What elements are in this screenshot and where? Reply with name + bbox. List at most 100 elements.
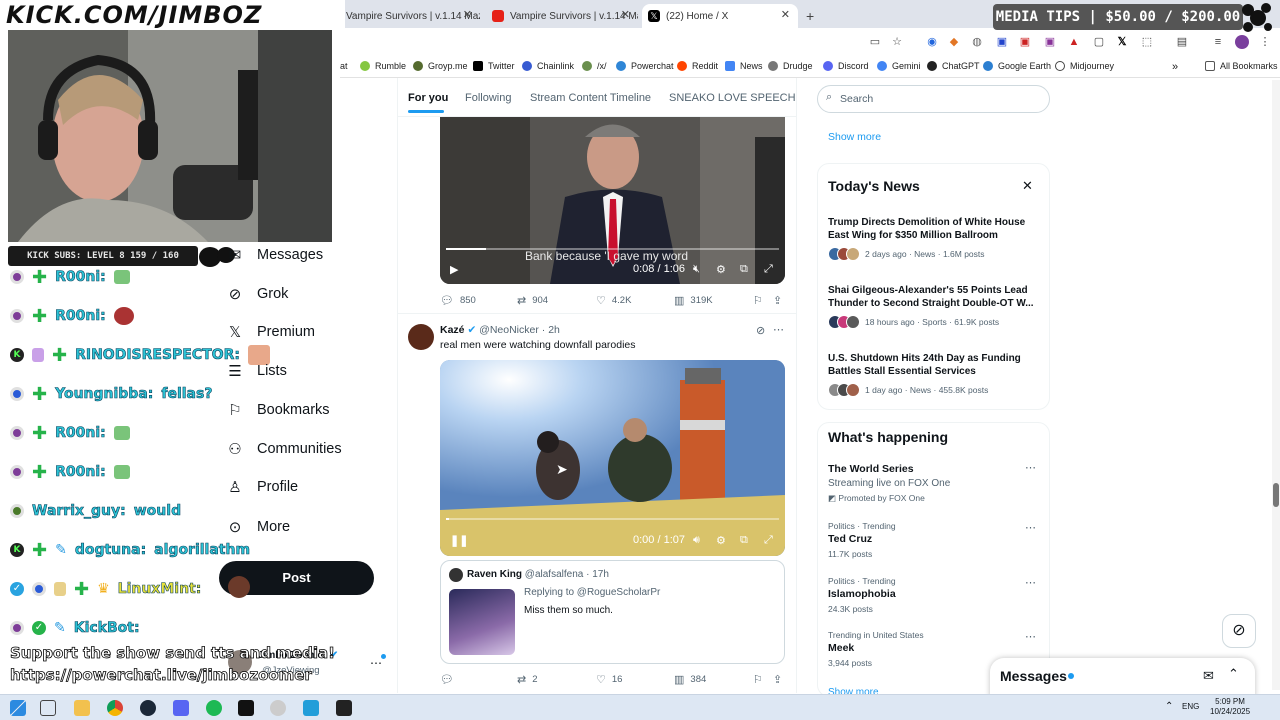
downloads-icon[interactable]: ≡	[1211, 35, 1225, 49]
extension-icon[interactable]: ▢	[1092, 35, 1106, 49]
chevron-up-icon[interactable]: ⌃	[1165, 701, 1173, 712]
nav-premium[interactable]: 𝕏 Premium	[226, 317, 315, 347]
bookmark-reddit[interactable]: Reddit	[677, 61, 718, 71]
app-icon[interactable]	[270, 700, 286, 716]
extension-icon[interactable]: ▣	[1018, 35, 1032, 49]
scrollbar[interactable]	[1272, 80, 1280, 690]
nav-lists[interactable]: ☰ Lists	[226, 356, 287, 386]
views-button[interactable]: ▥ 319K	[674, 294, 713, 307]
video-player[interactable]: ❚❚ 0:00 / 1:07 🔊︎ ⚙ ⧉ ⤢ ➤	[440, 360, 785, 556]
repost-button[interactable]: ⇄ 904	[517, 294, 548, 307]
video-progress[interactable]	[446, 518, 779, 520]
tab-x-home[interactable]: 𝕏 (22) Home / X ✕	[642, 4, 798, 28]
tab-following[interactable]: Following	[465, 92, 511, 104]
bookmark-button[interactable]: ⚐	[753, 294, 769, 307]
author-name[interactable]: Kazé	[440, 324, 465, 336]
tab-stream-content[interactable]: Stream Content Timeline	[530, 92, 651, 104]
language-indicator[interactable]: ENG	[1182, 702, 1199, 711]
grok-icon[interactable]: ⊘	[756, 324, 765, 337]
close-icon[interactable]: ✕	[621, 8, 630, 21]
bookmark-news[interactable]: News	[725, 61, 763, 71]
video-player[interactable]: Bank because 'I gave my word ▶ 0:08 / 1:…	[440, 117, 785, 284]
extension-icon[interactable]: ▣	[1043, 35, 1057, 49]
spotify-icon[interactable]	[206, 700, 222, 716]
all-bookmarks[interactable]: All Bookmarks	[1205, 61, 1278, 71]
extension-icon[interactable]: ▲	[1067, 35, 1081, 49]
bookmark-powerchat[interactable]: Powerchat	[616, 61, 674, 71]
more-icon[interactable]: ⋯	[1025, 630, 1037, 643]
clock[interactable]: 5:09 PM 10/24/2025	[1210, 697, 1250, 717]
account-menu-icon[interactable]: ⋯	[370, 656, 382, 670]
bookmark-drudge[interactable]: Drudge	[768, 61, 813, 71]
trend-name[interactable]: Meek	[828, 642, 854, 654]
cast-icon[interactable]: ▭	[868, 35, 882, 49]
steam-icon[interactable]	[140, 700, 156, 716]
chrome-icon[interactable]	[107, 700, 123, 716]
nav-grok[interactable]: ⊘ Grok	[226, 279, 289, 309]
extension-icon[interactable]: ◆	[947, 35, 961, 49]
bookmark-chatgpt[interactable]: ChatGPT	[927, 61, 980, 71]
bookmark-midjourney[interactable]: Midjourney	[1055, 61, 1114, 71]
trend-name[interactable]: Ted Cruz	[828, 533, 872, 545]
extension-icon[interactable]: ◍	[970, 35, 984, 49]
scrollbar-thumb[interactable]	[1273, 483, 1279, 507]
show-more-link[interactable]: Show more	[828, 131, 881, 143]
nav-messages[interactable]: ✉ Messages	[226, 240, 323, 270]
like-button[interactable]: ♡ 16	[596, 673, 622, 686]
promo-title[interactable]: The World Series	[828, 463, 914, 475]
more-icon[interactable]: ⋯	[1025, 521, 1037, 534]
volume-icon[interactable]: 🔊︎	[693, 534, 700, 547]
close-icon[interactable]: ✕	[1022, 178, 1033, 194]
more-icon[interactable]: ⋯	[773, 323, 784, 336]
bookmark-twitter[interactable]: Twitter	[473, 61, 515, 71]
bookmark-rumble[interactable]: Rumble	[360, 61, 406, 71]
close-icon[interactable]: ✕	[781, 8, 790, 21]
nav-communities[interactable]: ⚇ Communities	[226, 434, 341, 464]
chevron-up-icon[interactable]: ⌃	[1228, 666, 1239, 682]
close-icon[interactable]: ✕	[463, 8, 472, 21]
x-logo-icon[interactable]: 𝕏	[1115, 35, 1129, 49]
share-button[interactable]: ⇪	[773, 294, 788, 307]
bookmark-x-board[interactable]: /x/	[582, 61, 607, 71]
like-button[interactable]: ♡ 4.2K	[596, 294, 631, 307]
tab-for-you[interactable]: For you	[408, 92, 448, 104]
messages-drawer[interactable]: Messages ✉ ⌃	[990, 658, 1255, 698]
telegram-icon[interactable]	[303, 700, 319, 716]
chevron-right-icon[interactable]: »	[1172, 61, 1178, 73]
windows-start-icon[interactable]	[10, 700, 26, 716]
extension-icon[interactable]: ▣	[995, 35, 1009, 49]
news-headline[interactable]: Trump Directs Demolition of White House …	[828, 216, 1038, 242]
play-icon[interactable]: ▶	[450, 263, 458, 276]
search-input[interactable]: Search	[817, 85, 1050, 113]
pause-icon[interactable]: ❚❚	[450, 534, 468, 547]
tab-vampire-survivors-2[interactable]: Vampire Survivors | v.1.14 Maze ✕	[486, 4, 638, 28]
app-icon[interactable]	[336, 700, 352, 716]
reply-button[interactable]: 💬︎ 850	[440, 294, 476, 307]
grok-button[interactable]: ⊘	[1222, 614, 1256, 648]
settings-icon[interactable]: ⚙	[716, 534, 726, 547]
bookmark-google-earth[interactable]: Google Earth	[983, 61, 1051, 71]
bookmark-chainlink[interactable]: Chainlink	[522, 61, 574, 71]
nav-profile[interactable]: ♙ Profile	[226, 472, 298, 502]
task-view-icon[interactable]	[40, 700, 56, 716]
bookmark-partial[interactable]: at	[340, 61, 348, 71]
repost-button[interactable]: ⇄ 2	[517, 673, 538, 686]
tab-vampire-survivors-1[interactable]: Vampire Survivors | v.1.14 Maze ✕	[340, 4, 480, 28]
bookmark-gemini[interactable]: Gemini	[877, 61, 921, 71]
fullscreen-icon[interactable]: ⤢	[764, 263, 773, 276]
bookmark-button[interactable]: ⚐	[753, 673, 769, 686]
pip-icon[interactable]: ⧉	[740, 263, 748, 276]
author-avatar[interactable]	[408, 324, 434, 350]
menu-icon[interactable]: ⋮	[1258, 35, 1272, 49]
puzzle-icon[interactable]: ⬚	[1140, 35, 1154, 49]
nav-more[interactable]: ⊙ More	[226, 512, 290, 542]
extension-icon[interactable]: ◉	[925, 35, 939, 49]
new-message-icon[interactable]: ✉	[1203, 668, 1214, 684]
more-icon[interactable]: ⋯	[1025, 576, 1037, 589]
settings-icon[interactable]: ⚙	[716, 263, 726, 276]
sidebar-icon[interactable]: ▤	[1175, 35, 1189, 49]
nav-bookmarks[interactable]: ⚐ Bookmarks	[226, 395, 329, 425]
tab-sneako[interactable]: SNEAKO LOVE SPEECH	[669, 92, 796, 104]
star-icon[interactable]: ☆	[890, 35, 904, 49]
mute-icon[interactable]: 🔇︎	[693, 263, 700, 276]
